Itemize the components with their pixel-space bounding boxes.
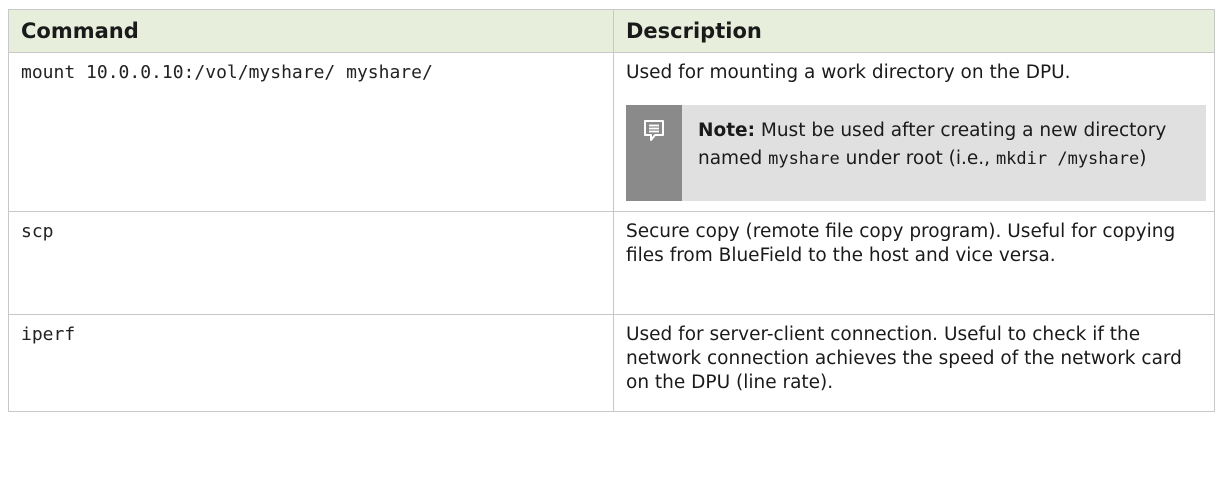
note-icon: [644, 120, 664, 141]
description-text: Used for mounting a work directory on th…: [626, 62, 1071, 83]
table-row: mount 10.0.0.10:/vol/myshare/ myshare/ U…: [8, 52, 1215, 212]
command-cell: scp: [8, 211, 614, 315]
note-label: Note:: [698, 120, 755, 141]
table-row: scp Secure copy (remote file copy progra…: [8, 211, 1215, 315]
header-row: Command Description: [8, 9, 1215, 53]
note-content: Note: Must be used after creating a new …: [682, 105, 1206, 201]
note-text: under root (i.e.,: [839, 148, 996, 169]
description-cell: Secure copy (remote file copy program). …: [613, 211, 1215, 315]
command-cell: mount 10.0.0.10:/vol/myshare/ myshare/: [8, 52, 614, 212]
description-cell: Used for mounting a work directory on th…: [613, 52, 1215, 212]
note-code: myshare: [768, 149, 840, 169]
header-description: Description: [613, 9, 1215, 53]
commands-table: Command Description mount 10.0.0.10:/vol…: [8, 9, 1215, 412]
table-row: iperf Used for server-client connection.…: [8, 314, 1215, 412]
note-icon-bar: [626, 105, 682, 201]
command-cell: iperf: [8, 314, 614, 412]
description-cell: Used for server-client connection. Usefu…: [613, 314, 1215, 412]
note-text: ): [1139, 148, 1147, 169]
note-code: mkdir /myshare: [995, 149, 1140, 169]
table-header: Command Description: [8, 9, 1215, 53]
note-box: Note: Must be used after creating a new …: [626, 105, 1206, 201]
header-command: Command: [8, 9, 614, 53]
